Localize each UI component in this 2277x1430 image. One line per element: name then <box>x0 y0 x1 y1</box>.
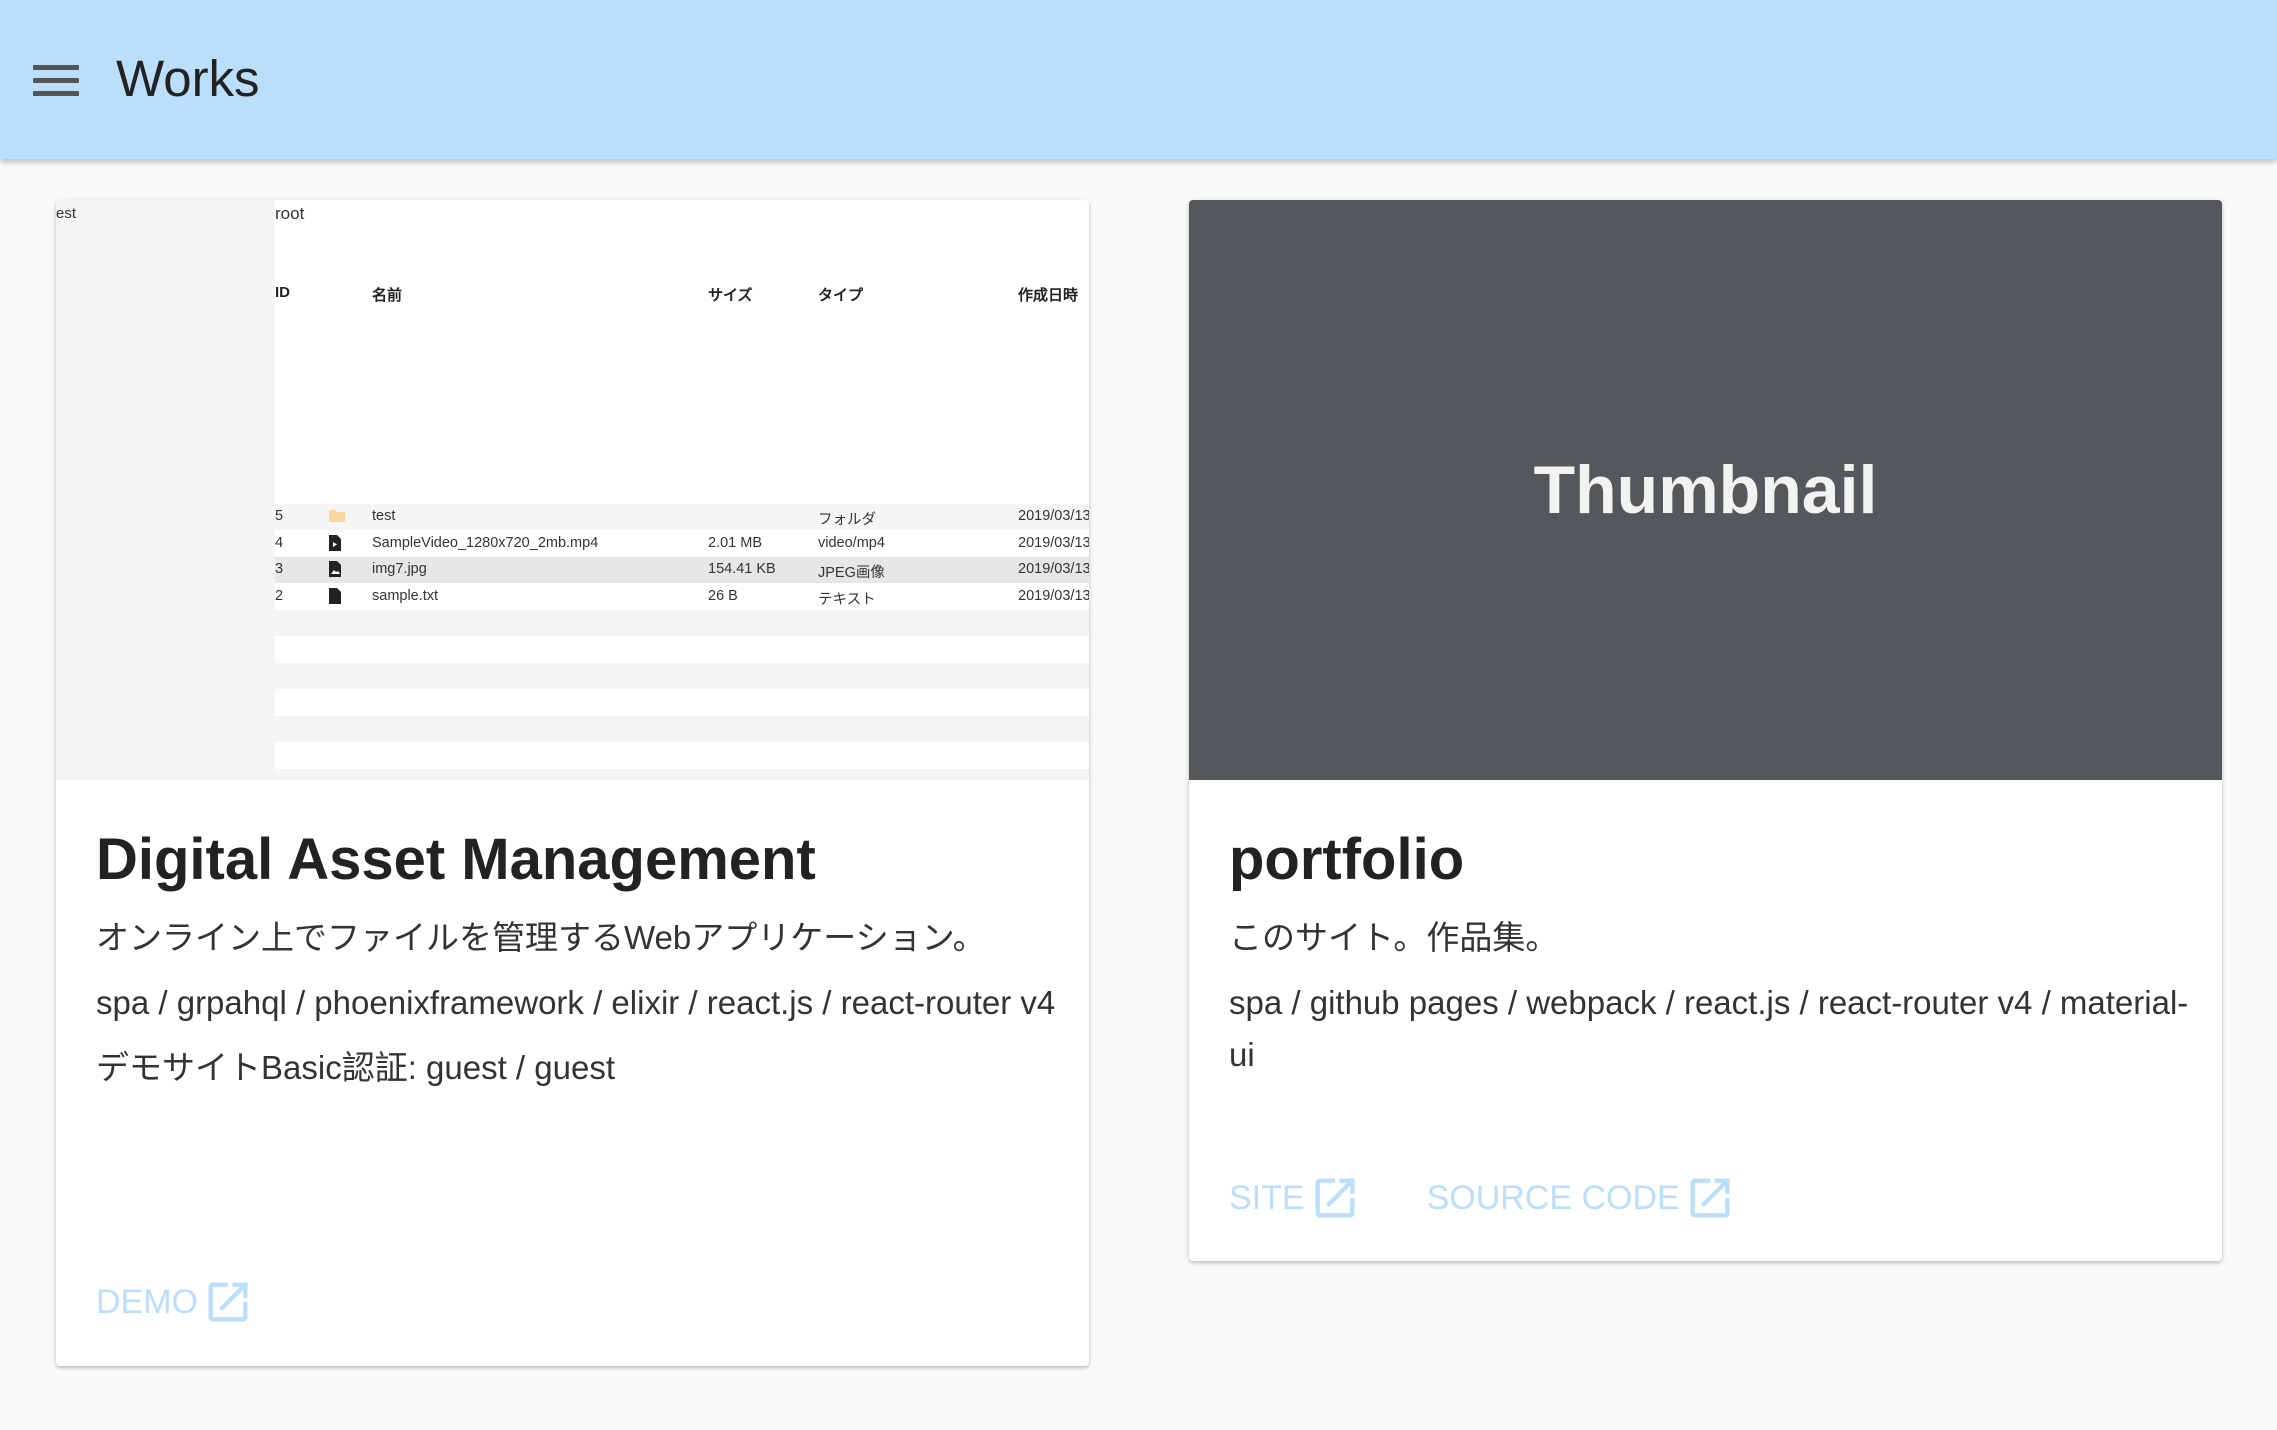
folder-icon <box>329 508 345 526</box>
row-id: 4 <box>275 535 284 551</box>
work-card-dam: est root ID 名前 サイズ タイプ 作成日時 5 test フォルダ … <box>56 200 1089 1366</box>
card-thumbnail: Thumbnail <box>1189 200 2222 780</box>
row-name: img7.jpg <box>372 561 427 577</box>
source-code-link[interactable]: SOURCE CODE <box>1427 1172 1736 1224</box>
row-id: 3 <box>275 561 284 577</box>
table-row: 2 sample.txt 26 B テキスト 2019/03/13 15:51 <box>275 584 1089 610</box>
table-row: 4 SampleVideo_1280x720_2mb.mp4 2.01 MB v… <box>275 531 1089 557</box>
open-in-new-icon <box>1315 1178 1355 1218</box>
row-name: sample.txt <box>372 588 439 604</box>
thumbnail-sidebar-label: est <box>56 205 77 222</box>
row-type: JPEG画像 <box>818 565 885 581</box>
row-size: 26 B <box>708 588 738 604</box>
row-created: 2019/03/13 16:13 <box>1018 561 1089 577</box>
empty-row <box>275 769 1089 780</box>
card-title: Digital Asset Management <box>96 827 816 892</box>
site-link[interactable]: SITE <box>1229 1172 1361 1224</box>
row-name: test <box>372 508 396 524</box>
row-created: 2019/03/13 15:51 <box>1018 588 1089 604</box>
column-name: 名前 <box>372 287 403 304</box>
empty-row <box>275 716 1089 742</box>
card-content: portfolio このサイト。作品集。 spa / github pages … <box>1229 820 2189 1081</box>
row-name: SampleVideo_1280x720_2mb.mp4 <box>372 535 599 551</box>
app-bar: Works <box>0 0 2277 159</box>
row-type: video/mp4 <box>818 535 885 551</box>
row-size: 154.41 KB <box>708 561 776 577</box>
open-in-new-icon <box>1690 1178 1730 1218</box>
menu-icon[interactable] <box>24 50 88 110</box>
image-file-icon <box>329 561 341 581</box>
empty-row <box>275 610 1089 636</box>
thumbnail-sidebar: est <box>56 200 275 780</box>
column-created: 作成日時 <box>1018 287 1079 304</box>
table-row: 3 img7.jpg 154.41 KB JPEG画像 2019/03/13 1… <box>275 557 1089 583</box>
card-actions: DEMO <box>96 1276 254 1328</box>
card-description: このサイト。作品集。 <box>1229 919 1559 956</box>
row-size: 2.01 MB <box>708 535 762 551</box>
row-type: フォルダ <box>818 512 876 528</box>
card-tags: spa / grpahql / phoenixframework / elixi… <box>96 984 1056 1021</box>
card-content: Digital Asset Management オンライン上でファイルを管理す… <box>96 820 1056 1094</box>
column-id: ID <box>275 284 290 301</box>
thumbnail-file-table: root ID 名前 サイズ タイプ 作成日時 5 test フォルダ 2019… <box>275 200 1089 780</box>
column-size: サイズ <box>708 287 753 304</box>
thumbnail-table-header: ID 名前 サイズ タイプ 作成日時 <box>275 280 1089 304</box>
page-title: Works <box>116 50 260 107</box>
card-actions: SITE SOURCE CODE <box>1229 1172 1736 1224</box>
thumbnail-placeholder-text: Thumbnail <box>1533 452 1878 528</box>
video-file-icon <box>329 535 341 555</box>
site-link-label: SITE <box>1229 1178 1305 1217</box>
card-title: portfolio <box>1229 827 1465 892</box>
row-type: テキスト <box>818 592 876 608</box>
card-tags: spa / github pages / webpack / react.js … <box>1229 984 2189 1073</box>
table-row: 5 test フォルダ 2019/03/13 15:51 <box>275 504 1089 530</box>
work-card-portfolio: Thumbnail portfolio このサイト。作品集。 spa / git… <box>1189 200 2222 1261</box>
empty-row <box>275 663 1089 689</box>
card-note: デモサイトBasic認証: guest / guest <box>96 1049 615 1086</box>
demo-link-label: DEMO <box>96 1282 198 1321</box>
open-in-new-icon <box>208 1282 248 1322</box>
source-code-link-label: SOURCE CODE <box>1426 1178 1680 1217</box>
column-type: タイプ <box>818 287 864 304</box>
row-created: 2019/03/13 15:51 <box>1018 508 1089 524</box>
thumbnail-breadcrumb: root <box>275 204 305 223</box>
row-created: 2019/03/13 16:43 <box>1018 535 1089 551</box>
demo-link[interactable]: DEMO <box>96 1276 254 1328</box>
card-description: オンライン上でファイルを管理するWebアプリケーション。 <box>96 919 986 956</box>
card-thumbnail: est root ID 名前 サイズ タイプ 作成日時 5 test フォルダ … <box>56 200 1089 780</box>
row-id: 2 <box>275 588 284 604</box>
row-id: 5 <box>275 508 284 524</box>
text-file-icon <box>329 588 341 608</box>
